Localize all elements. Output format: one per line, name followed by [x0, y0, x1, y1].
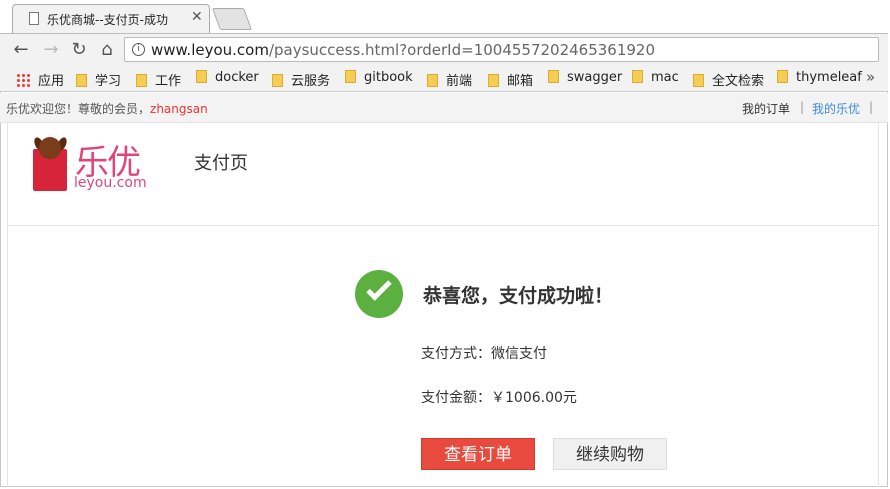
bookmark-folder[interactable]: 云服务 — [272, 70, 330, 89]
tab-title: 乐优商城--支付页-成功 — [47, 13, 168, 27]
checkmark-icon — [355, 270, 403, 318]
folder-icon — [427, 74, 438, 87]
bookmark-folder[interactable]: 前端 — [427, 70, 472, 89]
folder-icon — [345, 70, 356, 83]
more-bookmarks-icon[interactable]: » — [866, 68, 875, 86]
bookmark-folder[interactable]: docker — [196, 70, 259, 85]
bookmark-label: 全文检索 — [712, 74, 765, 89]
browser-tab[interactable]: 乐优商城--支付页-成功 ✕ — [12, 4, 210, 33]
folder-icon — [777, 70, 788, 83]
folder-icon — [76, 74, 87, 87]
my-orders-link[interactable]: 我的订单 — [742, 100, 790, 117]
folder-icon — [693, 74, 704, 87]
payment-success-panel: 恭喜您，支付成功啦！ 支付方式：微信支付 支付金额：￥1006.00元 查看订单… — [0, 225, 888, 487]
bookmark-folder[interactable]: mac — [632, 70, 679, 85]
bookmark-label: gitbook — [364, 70, 413, 85]
site-header: 乐优 leyou.com 支付页 — [8, 123, 878, 226]
bookmark-apps[interactable]: 应用 — [16, 70, 64, 89]
tab-strip: 乐优商城--支付页-成功 ✕ — [0, 0, 888, 33]
pay-amount-value: ￥1006.00元 — [491, 390, 577, 406]
view-order-button[interactable]: 查看订单 — [421, 438, 535, 470]
logo-text-en: leyou.com — [74, 175, 147, 191]
site-logo[interactable]: 乐优 leyou.com — [32, 135, 153, 195]
continue-shopping-button[interactable]: 继续购物 — [553, 438, 667, 470]
my-leyou-link[interactable]: 我的乐优 — [812, 100, 860, 117]
page-title: 支付页 — [194, 153, 248, 174]
bookmark-label: mac — [651, 70, 679, 85]
address-bar[interactable]: i www.leyou.com/paysuccess.html?orderId=… — [124, 37, 879, 62]
divider: | — [869, 100, 874, 114]
bookmark-label: 前端 — [446, 74, 473, 89]
folder-icon — [196, 70, 207, 83]
top-user-bar: 乐优欢迎您！尊敬的会员，zhangsan 我的订单 | 我的乐优 | — [0, 93, 888, 123]
divider: | — [800, 100, 805, 114]
welcome-label: 乐优欢迎您！尊敬的会员， — [6, 102, 151, 116]
folder-icon — [136, 74, 147, 87]
bookmark-label: 学习 — [95, 74, 122, 89]
reload-icon[interactable]: ↻ — [68, 39, 90, 60]
pay-amount-label: 支付金额： — [421, 390, 491, 406]
welcome-text: 乐优欢迎您！尊敬的会员，zhangsan — [6, 100, 208, 117]
pay-amount-row: 支付金额：￥1006.00元 — [421, 387, 577, 407]
new-tab-button[interactable] — [211, 8, 253, 30]
bookmark-folder[interactable]: gitbook — [345, 70, 413, 85]
bookmark-folder[interactable]: 学习 — [76, 70, 121, 89]
home-icon[interactable]: ⌂ — [96, 39, 118, 60]
pay-method-value: 微信支付 — [491, 346, 547, 362]
bookmark-label: 工作 — [155, 74, 182, 89]
folder-icon — [488, 74, 499, 87]
bookmarks-bar: 应用 学习 工作 docker 云服务 gitbook 前端 邮箱 swagge… — [0, 66, 888, 92]
page-icon — [29, 12, 39, 25]
forward-arrow-icon[interactable]: → — [40, 39, 62, 60]
url-text[interactable]: www.leyou.com/paysuccess.html?orderId=10… — [151, 41, 655, 59]
bookmark-label: swagger — [567, 70, 623, 85]
pay-method-row: 支付方式：微信支付 — [421, 343, 547, 363]
folder-icon — [548, 70, 559, 83]
folder-icon — [632, 70, 643, 83]
bookmark-label: 云服务 — [291, 74, 331, 89]
success-title: 恭喜您，支付成功啦！ — [423, 285, 614, 307]
bookmark-folder[interactable]: thymeleaf — [777, 70, 862, 85]
dog-mascot-icon — [39, 137, 61, 159]
url-host: www.leyou.com — [151, 41, 269, 59]
bookmark-label: 应用 — [38, 74, 65, 89]
bookmark-folder[interactable]: swagger — [548, 70, 622, 85]
bookmark-folder[interactable]: 工作 — [136, 70, 181, 89]
bookmark-label: thymeleaf — [796, 70, 862, 85]
bookmark-label: docker — [215, 70, 259, 85]
pay-method-label: 支付方式： — [421, 346, 491, 362]
browser-toolbar: ← → ↻ ⌂ i www.leyou.com/paysuccess.html?… — [0, 33, 888, 66]
close-tab-icon[interactable]: ✕ — [191, 9, 203, 25]
bookmark-folder[interactable]: 全文检索 — [693, 70, 764, 89]
back-arrow-icon[interactable]: ← — [10, 39, 32, 60]
folder-icon — [272, 74, 283, 87]
bookmark-label: 邮箱 — [507, 74, 534, 89]
username[interactable]: zhangsan — [150, 102, 208, 116]
url-path: /paysuccess.html?orderId=100455720246536… — [268, 41, 656, 59]
apps-icon — [16, 73, 30, 87]
bookmark-folder[interactable]: 邮箱 — [488, 70, 533, 89]
info-icon[interactable]: i — [132, 43, 145, 56]
